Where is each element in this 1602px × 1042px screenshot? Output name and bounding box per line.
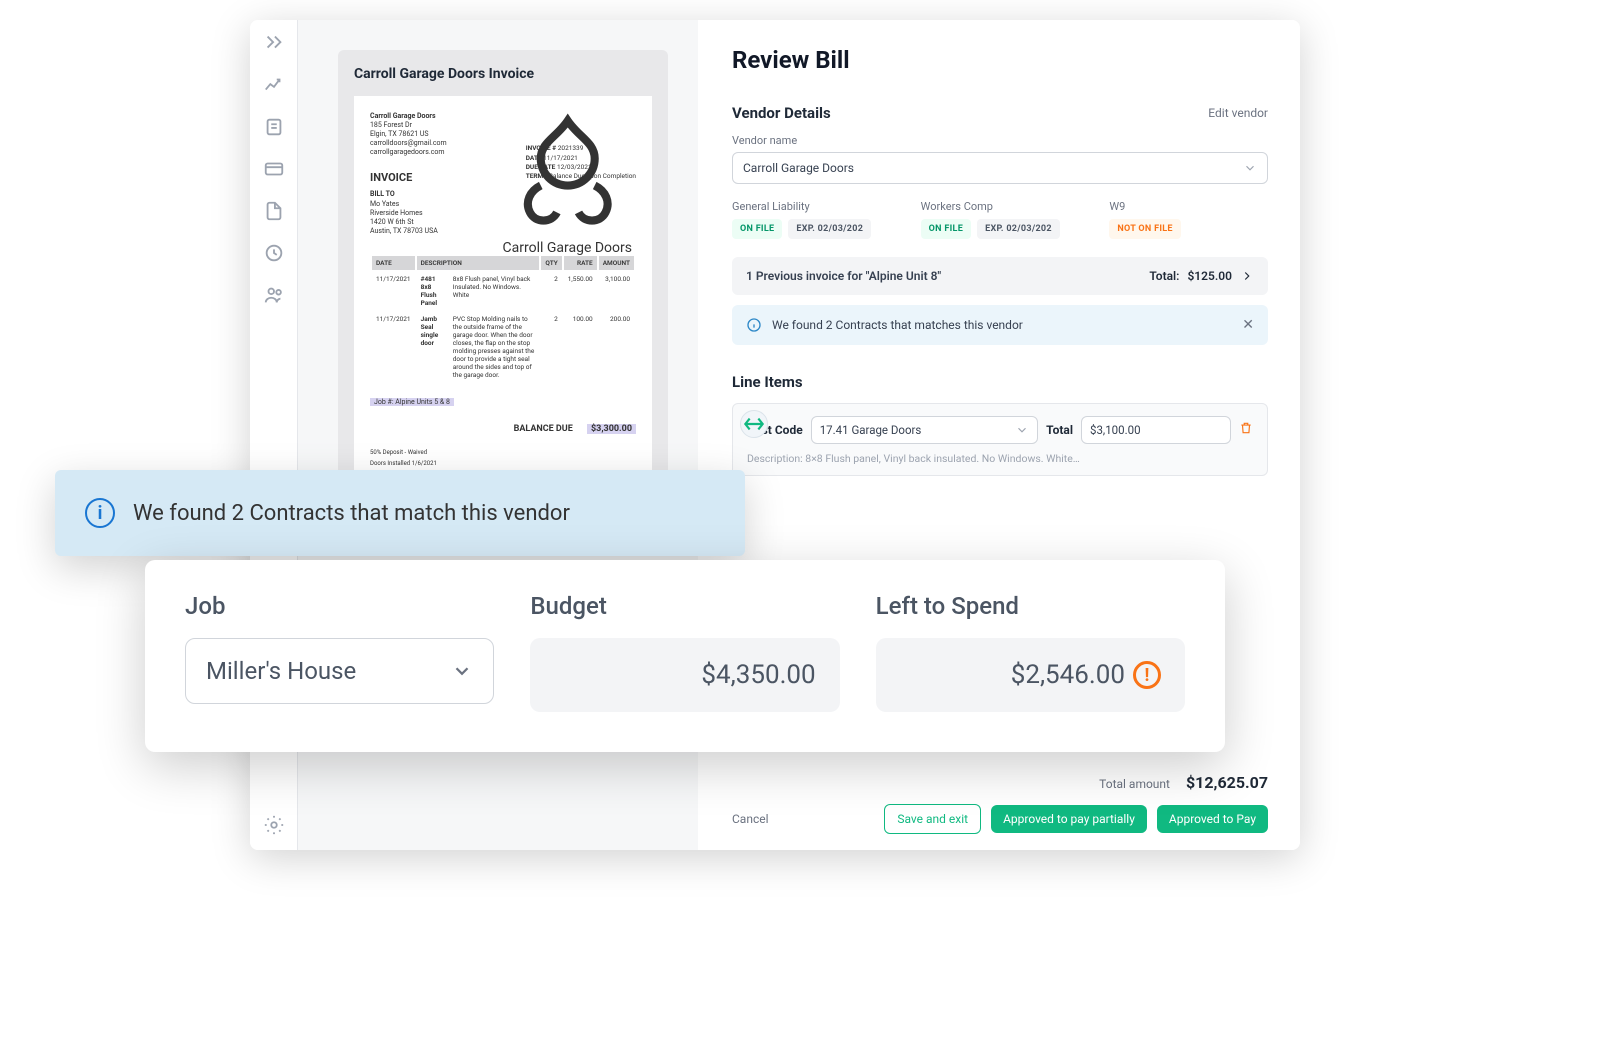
line-total-label: Total	[1046, 423, 1073, 437]
chart-icon[interactable]	[263, 74, 285, 96]
warning-icon: !	[1133, 661, 1161, 689]
file-icon[interactable]	[263, 200, 285, 222]
left-to-spend-value: $2,546.00 !	[876, 638, 1185, 712]
collapse-icon[interactable]	[263, 32, 285, 54]
settings-icon[interactable]	[263, 814, 285, 836]
chevron-down-icon	[1015, 423, 1029, 437]
vendor-logo: Carroll Garage Doors	[503, 110, 632, 256]
info-icon: i	[85, 498, 115, 528]
vendor-name-label: Vendor name	[732, 134, 1268, 147]
invoice-job-ref: Job #: Alpine Units 5 & 8	[370, 398, 454, 406]
document-icon[interactable]	[263, 116, 285, 138]
w9-status-badge: NOT ON FILE	[1109, 219, 1180, 239]
delete-icon[interactable]	[1239, 421, 1253, 439]
budget-value: $4,350.00	[530, 638, 839, 712]
small-info-banner: We found 2 Contracts that matches this v…	[732, 305, 1268, 345]
save-exit-button[interactable]: Save and exit	[884, 804, 981, 834]
invoice-preview: Carroll Garage Doors Carroll Garage Door…	[354, 96, 652, 496]
clock-icon[interactable]	[263, 242, 285, 264]
chevron-down-icon	[451, 660, 473, 682]
line-total-input[interactable]: $3,100.00	[1081, 416, 1231, 444]
edit-vendor-link[interactable]: Edit vendor	[1208, 106, 1268, 120]
line-item-card: Cost Code 17.41 Garage Doors Total $3,10…	[732, 403, 1268, 476]
cost-code-select[interactable]: 17.41 Garage Doors	[811, 416, 1038, 444]
approve-partial-button[interactable]: Approved to pay partially	[991, 805, 1147, 833]
resize-handle[interactable]	[740, 410, 768, 438]
gl-label: General Liability	[732, 200, 891, 213]
big-info-banner: i We found 2 Contracts that match this v…	[55, 470, 745, 556]
job-summary-card: Job Miller's House Budget $4,350.00 Left…	[145, 560, 1225, 752]
line-items-title: Line Items	[732, 373, 1268, 391]
wc-status-badge: ON FILE	[921, 219, 971, 239]
close-icon[interactable]: ✕	[1242, 317, 1254, 333]
w9-label: W9	[1109, 200, 1268, 213]
page-title: Review Bill	[732, 46, 1268, 74]
invoice-balance: BALANCE DUE $3,300.00	[370, 424, 636, 434]
job-select[interactable]: Miller's House	[185, 638, 494, 704]
total-amount-label: Total amount	[1099, 777, 1170, 791]
cancel-button[interactable]: Cancel	[732, 812, 769, 826]
invoice-table: DATE DESCRIPTION QTY RATE AMOUNT 11/17/2…	[370, 254, 636, 384]
invoice-card: Carroll Garage Doors Invoice Carroll Gar…	[338, 50, 668, 526]
wc-label: Workers Comp	[921, 200, 1080, 213]
wc-exp-badge: EXP. 02/03/202	[977, 219, 1060, 239]
vendor-select[interactable]: Carroll Garage Doors	[732, 152, 1268, 184]
previous-invoice-row[interactable]: 1 Previous invoice for "Alpine Unit 8" T…	[732, 257, 1268, 295]
budget-label: Budget	[530, 592, 839, 620]
big-info-banner-text: We found 2 Contracts that match this ven…	[133, 501, 570, 526]
approve-button[interactable]: Approved to Pay	[1157, 805, 1268, 833]
chevron-down-icon	[1243, 161, 1257, 175]
chevron-right-icon	[1240, 269, 1254, 283]
card-icon[interactable]	[263, 158, 285, 180]
left-to-spend-label: Left to Spend	[876, 592, 1185, 620]
line-description: Description: 8×8 Flush panel, Vinyl back…	[747, 452, 1253, 465]
gl-status-badge: ON FILE	[732, 219, 782, 239]
gl-exp-badge: EXP. 02/03/202	[788, 219, 871, 239]
job-label: Job	[185, 592, 494, 620]
info-icon	[746, 317, 762, 333]
invoice-card-title: Carroll Garage Doors Invoice	[354, 66, 652, 82]
total-amount: $12,625.07	[1186, 773, 1268, 792]
users-icon[interactable]	[263, 284, 285, 306]
vendor-section-title: Vendor Details	[732, 104, 831, 122]
